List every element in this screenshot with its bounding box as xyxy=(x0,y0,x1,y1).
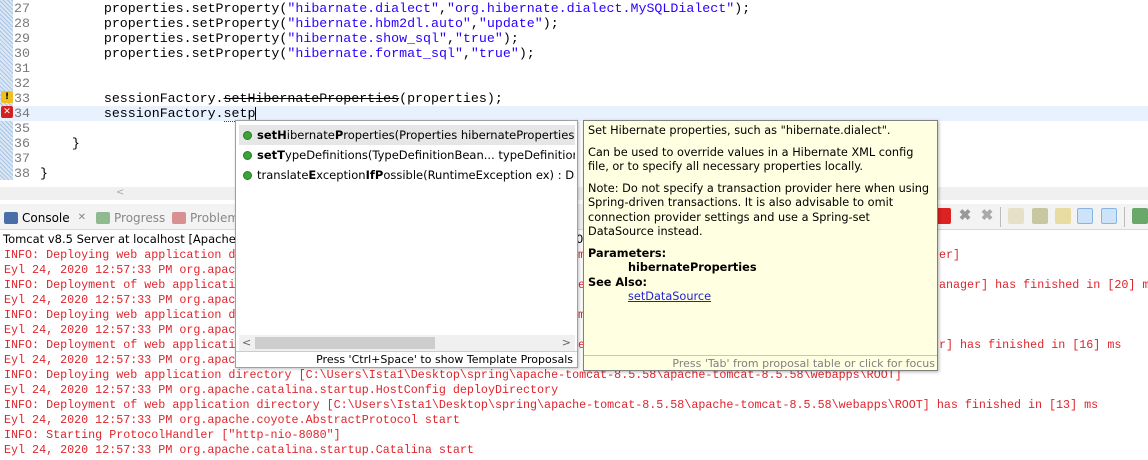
public-method-icon xyxy=(243,131,252,140)
remove-launch-icon[interactable]: ✖ xyxy=(957,208,973,224)
proposal-item[interactable]: translateExceptionIfPossible(RuntimeExce… xyxy=(239,165,575,185)
console-line: INFO: Deployment of web applicati xyxy=(4,278,236,292)
word-wrap-icon[interactable] xyxy=(1055,208,1071,224)
code-line[interactable]: 29 properties.setProperty("hibernate.sho… xyxy=(0,31,1148,46)
code-line[interactable]: 31 xyxy=(0,61,1148,76)
error-icon[interactable]: ✕ xyxy=(1,106,13,118)
code-text: sessionFactory.setHibernateProperties(pr… xyxy=(40,91,503,107)
proposal-horizontal-scrollbar[interactable]: < > xyxy=(239,335,575,351)
code-text: } xyxy=(40,166,48,181)
console-line: INFO: Deploying web application d xyxy=(4,308,236,322)
tab-label: Progress xyxy=(114,211,166,225)
scroll-left-arrow[interactable]: < xyxy=(242,335,251,351)
lightbulb-warning-icon[interactable]: ! xyxy=(1,91,13,103)
proposal-item[interactable]: setHibernateProperties(Properties hibern… xyxy=(239,125,575,145)
tooltip-focus-hint: Press 'Tab' from proposal table or click… xyxy=(584,355,937,370)
console-line: Eyl 24, 2020 12:57:33 PM org.apac xyxy=(4,323,236,337)
line-number: 28 xyxy=(14,16,30,31)
console-line: Eyl 24, 2020 12:57:33 PM org.apache.cata… xyxy=(4,443,474,457)
line-number: 36 xyxy=(14,136,30,151)
code-line[interactable]: 30 properties.setProperty("hibernate.for… xyxy=(0,46,1148,61)
javadoc-tooltip[interactable]: Set Hibernate properties, such as "hiber… xyxy=(583,120,938,371)
remove-all-icon[interactable]: ✖ xyxy=(979,208,995,224)
proposal-item[interactable]: setTypeDefinitions(TypeDefinitionBean...… xyxy=(239,145,575,165)
tab-label: Problem xyxy=(190,211,240,225)
console-line: r] has finished in [16] ms xyxy=(939,338,1122,352)
content-assist-hint: Press 'Ctrl+Space' to show Template Prop… xyxy=(236,351,577,367)
public-method-icon xyxy=(243,171,252,180)
toolbar-separator xyxy=(1000,207,1001,227)
scroll-right-arrow[interactable]: > xyxy=(562,335,571,351)
toolbar-separator xyxy=(1124,207,1125,227)
code-text: properties.setProperty("hibernate.show_s… xyxy=(103,31,519,46)
params-label: Parameters: xyxy=(588,246,667,260)
code-line[interactable]: 34 sessionFactory.setp xyxy=(0,106,1148,122)
show-on-stdout-icon[interactable] xyxy=(1077,208,1093,224)
line-number: 29 xyxy=(14,31,30,46)
tab-label: Console xyxy=(22,211,70,225)
code-text: properties.setProperty("hibernate.format… xyxy=(103,46,535,61)
code-text: } xyxy=(40,136,80,151)
line-number: 35 xyxy=(14,121,30,136)
see-also-link[interactable]: setDataSource xyxy=(628,290,711,303)
pin-console-icon[interactable] xyxy=(1132,208,1148,224)
console-line: anager] has finished in [20] ms xyxy=(939,278,1148,292)
console-line: INFO: Deployment of web application dire… xyxy=(4,398,1099,412)
line-number: 31 xyxy=(14,61,30,76)
console-line: Eyl 24, 2020 12:57:33 PM org.apac xyxy=(4,293,236,307)
tab-problems[interactable]: Problem xyxy=(172,208,239,228)
line-number: 27 xyxy=(14,1,30,16)
console-line: INFO: Starting ProtocolHandler ["http-ni… xyxy=(4,428,341,442)
code-line[interactable]: 28 properties.setProperty("hibernate.hbm… xyxy=(0,16,1148,31)
code-line[interactable]: 27 properties.setProperty("hibarnate.dia… xyxy=(0,1,1148,16)
line-number: 33 xyxy=(14,91,30,106)
close-icon[interactable]: ✕ xyxy=(78,208,86,228)
text-caret xyxy=(255,106,257,120)
code-line[interactable]: 33 sessionFactory.setHibernateProperties… xyxy=(0,91,1148,107)
deprecated-method: setHibernateProperties xyxy=(223,91,400,107)
doc-description: Can be used to override values in a Hibe… xyxy=(588,145,914,174)
console-line: Eyl 24, 2020 12:57:33 PM org.apac xyxy=(4,353,236,367)
line-number: 32 xyxy=(14,76,30,91)
line-number: 30 xyxy=(14,46,30,61)
progress-icon xyxy=(96,212,110,224)
line-number: 38 xyxy=(14,166,30,181)
console-line: Eyl 24, 2020 12:57:33 PM org.apac xyxy=(4,263,236,277)
code-text: properties.setProperty("hibarnate.dialec… xyxy=(103,1,751,16)
scrollbar-thumb[interactable] xyxy=(255,337,435,349)
scroll-left-arrow[interactable]: < xyxy=(116,187,124,198)
console-title: Tomcat v8.5 Server at localhost [Apache … xyxy=(3,232,584,246)
console-line: INFO: Deploying web application d xyxy=(4,248,236,262)
clear-console-icon[interactable] xyxy=(1008,208,1024,224)
console-line: Eyl 24, 2020 12:57:33 PM org.apache.coyo… xyxy=(4,413,460,427)
doc-note: Note: Do not specify a transaction provi… xyxy=(588,181,930,239)
problems-icon xyxy=(172,212,186,224)
scroll-lock-icon[interactable] xyxy=(1032,208,1048,224)
tab-progress[interactable]: Progress xyxy=(96,208,165,228)
doc-summary: Set Hibernate properties, such as "hiber… xyxy=(588,124,891,137)
param-name: hibernateProperties xyxy=(628,261,757,274)
console-line: Eyl 24, 2020 12:57:33 PM org.apache.cata… xyxy=(4,383,559,397)
code-line[interactable]: 32 xyxy=(0,76,1148,91)
console-line: er] xyxy=(939,248,961,262)
public-method-icon xyxy=(243,151,252,160)
content-assist-popup[interactable]: setHibernateProperties(Properties hibern… xyxy=(235,120,578,368)
console-icon xyxy=(4,212,18,224)
line-number: 37 xyxy=(14,151,30,166)
see-also-label: See Also: xyxy=(588,275,648,289)
tab-console[interactable]: Console ✕ xyxy=(4,208,86,228)
show-on-stderr-icon[interactable] xyxy=(1101,208,1117,224)
line-number: 34 xyxy=(14,106,30,121)
code-text: sessionFactory.setp xyxy=(40,106,257,122)
console-line: INFO: Deployment of web applicati xyxy=(4,338,236,352)
code-text: properties.setProperty("hibernate.hbm2dl… xyxy=(103,16,559,31)
